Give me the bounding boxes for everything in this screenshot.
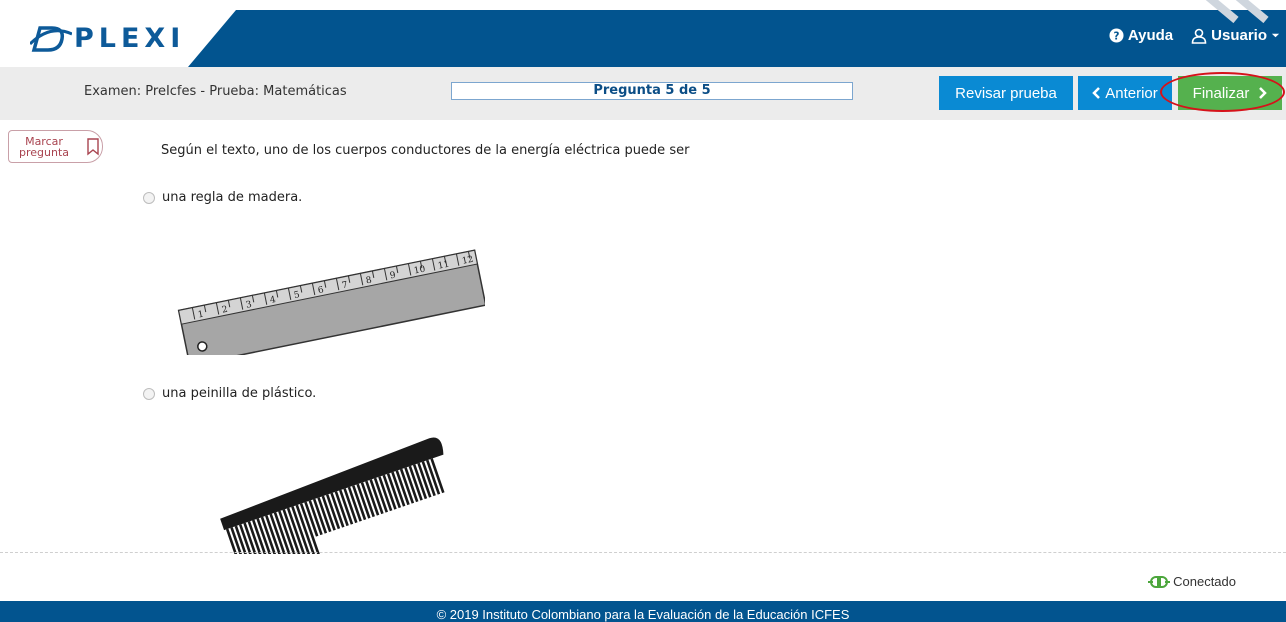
logo-text: PLEXI [74, 22, 186, 54]
option-a[interactable]: una regla de madera. [143, 190, 302, 205]
exam-title: Examen: PreIcfes - Prueba: Matemáticas [84, 84, 347, 99]
user-icon [1191, 28, 1207, 44]
top-actions: ? Ayuda Usuario [1109, 27, 1280, 44]
exam-toolbar: Examen: PreIcfes - Prueba: Matemáticas P… [0, 67, 1286, 120]
chevron-right-icon [1259, 87, 1268, 99]
option-a-label: una regla de madera. [162, 190, 303, 205]
connection-status: Conectado [1148, 574, 1236, 589]
option-b[interactable]: una peinilla de plástico. [143, 386, 316, 401]
svg-text:?: ? [1113, 30, 1119, 42]
top-bar: PLEXI ? Ayuda Usuario [0, 0, 1286, 67]
wooden-ruler-image: 1 2 3 4 5 6 7 8 9 10 11 12 [177, 249, 485, 355]
option-b-radio[interactable] [143, 387, 155, 400]
bookmark-icon [87, 137, 99, 155]
chevron-left-icon [1092, 87, 1101, 99]
footer: © 2019 Instituto Colombiano para la Eval… [0, 601, 1286, 622]
option-b-label: una peinilla de plástico. [162, 386, 317, 401]
help-label: Ayuda [1127, 27, 1174, 44]
review-test-button[interactable]: Revisar prueba [939, 76, 1073, 110]
help-icon: ? [1109, 28, 1124, 43]
help-link[interactable]: ? Ayuda [1109, 27, 1173, 44]
plastic-comb-image [220, 437, 445, 554]
user-label: Usuario [1211, 27, 1267, 44]
plexi-logo-icon [30, 26, 72, 52]
plexi-logo: PLEXI [30, 18, 185, 58]
content-divider [0, 552, 1286, 553]
previous-label: Anterior [1105, 84, 1158, 102]
connection-icon [1148, 575, 1171, 588]
mark-question-label: Marcar pregunta [18, 134, 69, 159]
user-menu[interactable]: Usuario [1191, 27, 1280, 44]
mark-question-button[interactable]: Marcar pregunta [8, 130, 103, 163]
question-indicator: Pregunta 5 de 5 [451, 82, 853, 100]
option-a-radio[interactable] [143, 191, 155, 204]
finish-label: Finalizar [1192, 84, 1250, 102]
previous-button[interactable]: Anterior [1078, 76, 1172, 110]
question-text: Según el texto, uno de los cuerpos condu… [161, 143, 690, 158]
footer-text: © 2019 Instituto Colombiano para la Eval… [436, 607, 850, 622]
finish-button[interactable]: Finalizar [1178, 76, 1282, 110]
caret-down-icon [1271, 33, 1280, 38]
connection-status-label: Conectado [1173, 574, 1236, 589]
